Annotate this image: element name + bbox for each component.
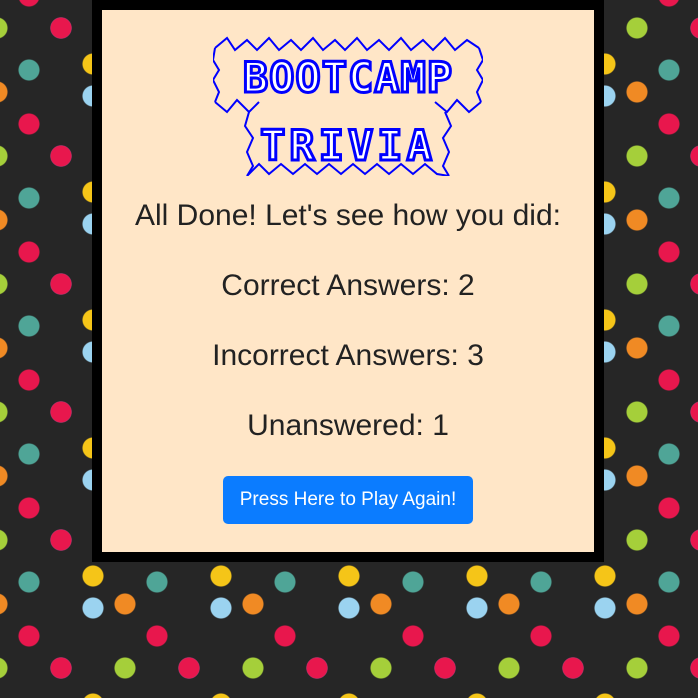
correct-answers-label: Correct Answers: xyxy=(221,269,459,302)
results-heading: All Done! Let's see how you did: xyxy=(135,199,561,232)
unanswered-label: Unanswered: xyxy=(247,409,433,442)
unanswered-value: 1 xyxy=(432,409,449,442)
incorrect-answers-value: 3 xyxy=(467,339,484,372)
unanswered-stat: Unanswered: 1 xyxy=(102,408,594,444)
incorrect-answers-stat: Incorrect Answers: 3 xyxy=(102,338,594,374)
correct-answers-value: 2 xyxy=(458,269,475,302)
bootcamp-trivia-logo: BOOTCAMP TRIVIA xyxy=(213,36,483,176)
play-again-button[interactable]: Press Here to Play Again! xyxy=(222,476,474,524)
correct-answers-stat: Correct Answers: 2 xyxy=(102,268,594,304)
results-card: BOOTCAMP TRIVIA All Done! Let's see how … xyxy=(92,0,604,562)
logo-line-1: BOOTCAMP xyxy=(243,53,453,102)
incorrect-answers-label: Incorrect Answers: xyxy=(212,339,468,372)
logo-line-2: TRIVIA xyxy=(260,121,436,170)
